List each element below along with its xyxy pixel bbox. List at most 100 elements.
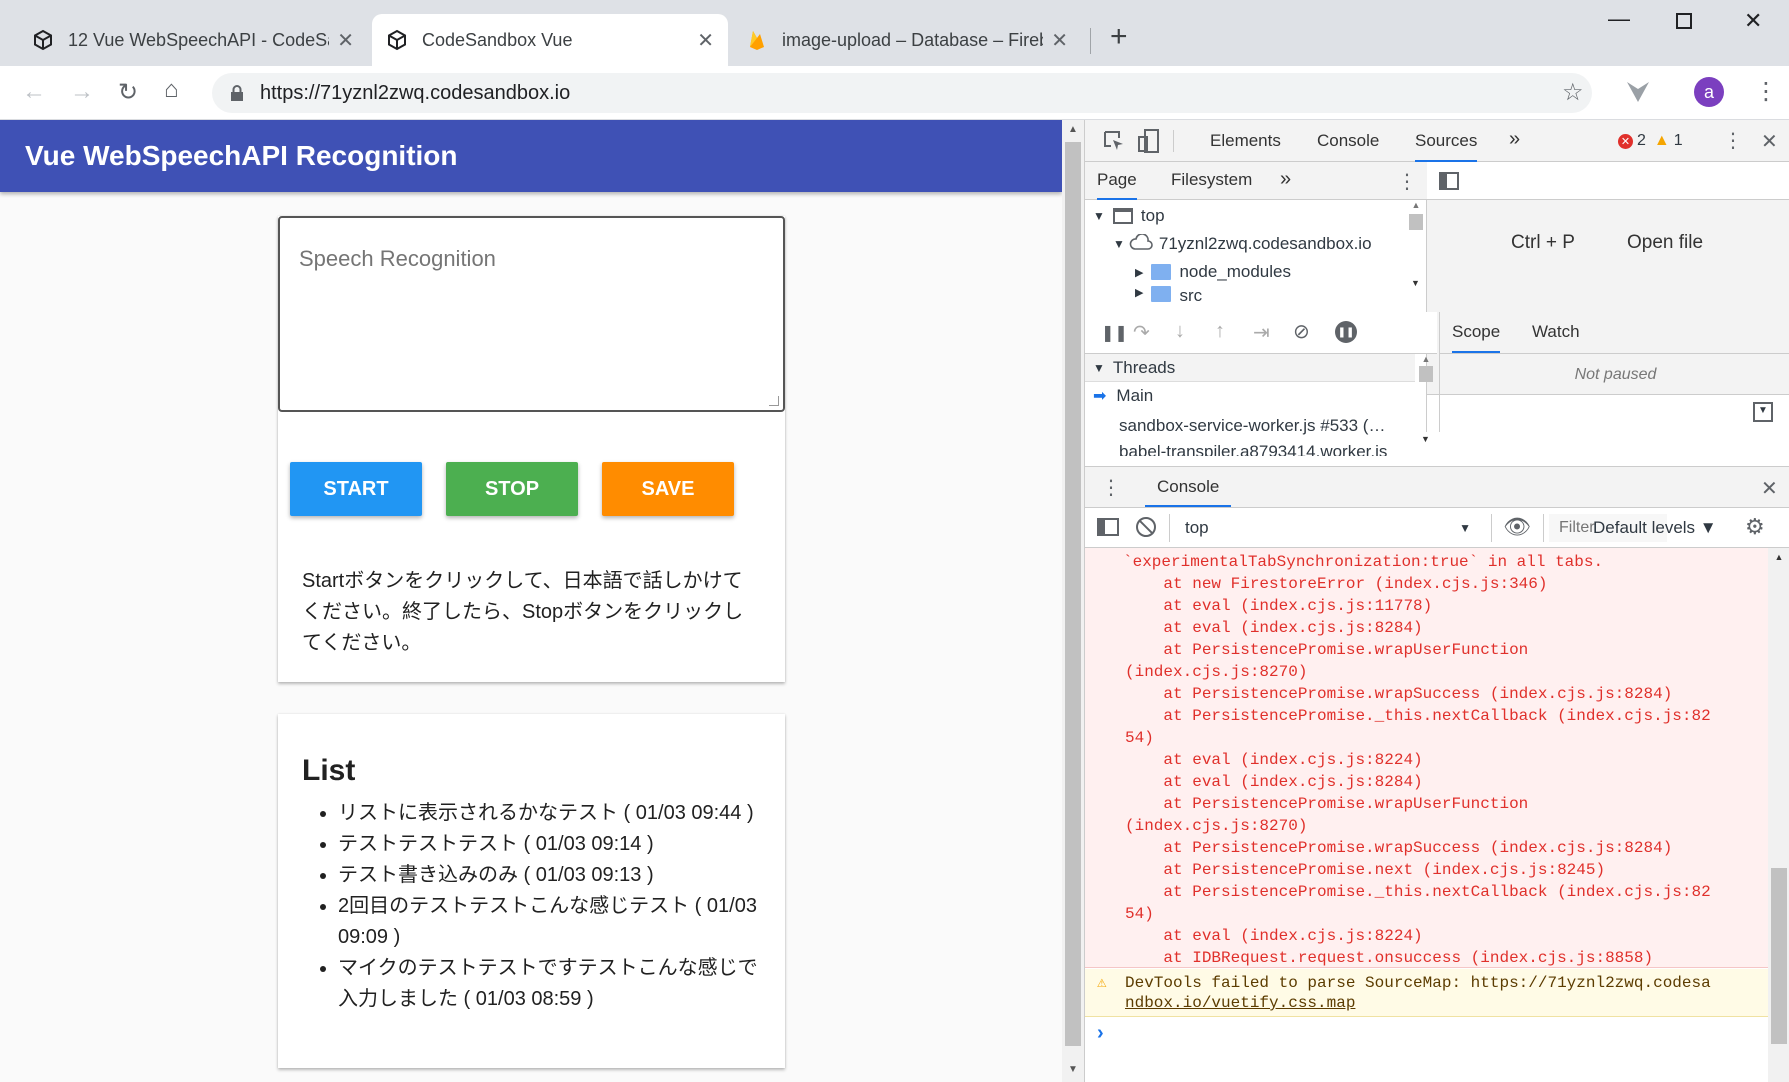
device-toolbar-icon[interactable] [1138, 129, 1160, 158]
minimize-icon[interactable]: — [1608, 6, 1630, 32]
speech-textarea[interactable]: Speech Recognition [278, 216, 785, 412]
toggle-navigator-icon[interactable] [1439, 172, 1459, 190]
tree-scroll-thumb[interactable] [1409, 214, 1423, 230]
frame-icon [1112, 208, 1133, 224]
tab-console[interactable]: Console [1317, 131, 1379, 151]
resize-grip[interactable] [769, 396, 779, 406]
log-levels-dropdown[interactable]: Default levels ▼ [1593, 518, 1717, 538]
error-line: at PersistencePromise.wrapSuccess (index… [1125, 839, 1673, 857]
threads-scroll-thumb[interactable] [1419, 366, 1433, 382]
textarea-placeholder: Speech Recognition [299, 246, 496, 271]
step-icon[interactable]: ⇥ [1253, 320, 1270, 345]
tab-watch[interactable]: Watch [1532, 322, 1580, 342]
sidebar-toggle-icon[interactable] [1097, 518, 1119, 536]
scroll-down-icon[interactable]: ▼ [1068, 1064, 1078, 1075]
extension-icon[interactable] [1625, 80, 1651, 109]
error-line: `experimentalTabSynchronization:true` in… [1123, 553, 1604, 571]
close-drawer-icon[interactable]: ✕ [1761, 476, 1778, 501]
drawer-menu-icon[interactable]: ⋮ [1101, 475, 1121, 500]
thread-item-service-worker[interactable]: sandbox-service-worker.js #533 (… [1119, 416, 1385, 436]
console-settings-gear-icon[interactable]: ⚙ [1745, 514, 1765, 540]
console-prompt-icon[interactable]: › [1097, 1022, 1104, 1045]
tab-close-icon[interactable]: ✕ [697, 28, 714, 53]
recognition-list: リストに表示されるかなテスト ( 01/03 09:44 ) テストテストテスト… [338, 798, 768, 1015]
deactivate-breakpoints-icon[interactable]: ⊘ [1293, 319, 1310, 344]
live-expression-eye-icon[interactable]: 👁 [1503, 514, 1531, 540]
thread-item-main[interactable]: ➡ Main [1093, 386, 1153, 406]
drawer-tab-console[interactable]: Console [1145, 477, 1232, 507]
tab-close-icon[interactable]: ✕ [1051, 28, 1068, 53]
error-message: `experimentalTabSynchronization:true` in… [1085, 548, 1768, 968]
issue-counter[interactable]: ✕ 2 ▲ 1 [1618, 132, 1683, 150]
tree-label: src [1179, 286, 1203, 304]
avatar[interactable]: a [1694, 77, 1724, 107]
tree-node-domain[interactable]: ▼ 71yznl2zwq.codesandbox.io [1113, 230, 1372, 258]
clear-console-icon[interactable] [1136, 517, 1156, 537]
warning-icon: ⚠ [1097, 974, 1107, 992]
tree-node-top[interactable]: ▼ top [1093, 202, 1165, 230]
tab-title: CodeSandbox Vue [422, 29, 573, 50]
pause-on-exceptions-icon[interactable]: ❚❚ [1335, 321, 1357, 343]
step-over-icon[interactable]: ↷ [1133, 320, 1150, 345]
back-icon[interactable]: ← [22, 78, 46, 106]
triangle-down-icon: ▼ [1093, 360, 1105, 375]
step-into-icon[interactable]: ↓ [1175, 320, 1185, 343]
tab-close-icon[interactable]: ✕ [337, 28, 354, 53]
start-button[interactable]: START [290, 462, 422, 516]
console-toolbar: top ▼ 👁 Default levels ▼ ⚙ [1085, 508, 1789, 548]
devtools-menu-icon[interactable]: ⋮ [1723, 128, 1743, 153]
tree-scrollbar[interactable]: ▲ ▼ [1407, 200, 1425, 292]
tab-codesandbox-vue[interactable]: CodeSandbox Vue ✕ [372, 14, 728, 66]
console-scrollbar[interactable]: ▲ [1768, 548, 1789, 1082]
tree-node-src[interactable]: ▶ src [1135, 286, 1202, 304]
threads-label: Threads [1112, 357, 1176, 377]
tree-label: 71yznl2zwq.codesandbox.io [1158, 234, 1372, 253]
tree-label: top [1140, 206, 1165, 225]
close-window-icon[interactable]: ✕ [1744, 8, 1762, 34]
threads-scrollbar[interactable]: ▲ ▼ [1417, 354, 1435, 454]
reload-icon[interactable]: ↻ [118, 78, 138, 107]
tab-filesystem[interactable]: Filesystem [1171, 170, 1252, 190]
save-button[interactable]: SAVE [602, 462, 734, 516]
list-item: 2回目のテストテストこんな感じテスト ( 01/03 09:09 ) [338, 891, 768, 953]
page-scroll-thumb[interactable] [1065, 142, 1081, 1046]
threads-header[interactable]: ▼ Threads [1085, 354, 1415, 382]
close-devtools-icon[interactable]: ✕ [1761, 129, 1778, 154]
new-tab-icon[interactable]: + [1110, 22, 1128, 52]
menu-kebab-icon[interactable]: ⋮ [1754, 77, 1778, 106]
error-icon: ✕ [1618, 133, 1633, 149]
scroll-up-icon: ▲ [1411, 200, 1421, 210]
warning-count: 1 [1673, 132, 1683, 149]
folder-icon [1151, 286, 1172, 302]
thread-item-babel[interactable]: babel-transpiler.a8793414.worker.js [1119, 442, 1409, 456]
step-out-icon[interactable]: ↑ [1215, 320, 1225, 343]
tree-node-node-modules[interactable]: ▶ node_modules [1135, 258, 1291, 286]
error-count: 2 [1637, 132, 1646, 149]
context-selector[interactable]: top ▼ [1179, 514, 1481, 542]
more-subtabs-icon[interactable]: » [1280, 168, 1291, 191]
tab-elements[interactable]: Elements [1210, 131, 1281, 151]
inspect-element-icon[interactable] [1103, 130, 1125, 157]
triangle-right-icon: ▶ [1135, 287, 1144, 299]
sourcemap-link[interactable]: ndbox.io/vuetify.css.map [1125, 993, 1355, 1013]
stop-button[interactable]: STOP [446, 462, 578, 516]
tab-scope[interactable]: Scope [1452, 322, 1501, 353]
scroll-up-icon[interactable]: ▲ [1068, 124, 1078, 135]
forward-icon[interactable]: → [70, 78, 94, 106]
tab-sources[interactable]: Sources [1415, 131, 1478, 162]
console-messages: `experimentalTabSynchronization:true` in… [1085, 548, 1768, 1082]
error-line: at IDBRequest.request.onsuccess (index.c… [1125, 949, 1654, 967]
tab-page[interactable]: Page [1097, 170, 1137, 200]
page-scrollbar[interactable]: ▲ ▼ [1062, 120, 1084, 1082]
scroll-up-icon: ▲ [1774, 552, 1784, 562]
tab-image-upload[interactable]: image-upload – Database – Firebase ✕ [732, 14, 1082, 66]
console-scroll-thumb[interactable] [1771, 868, 1787, 1044]
maximize-icon[interactable] [1676, 13, 1692, 29]
pause-icon[interactable]: ❚❚ [1101, 323, 1128, 343]
navigator-menu-icon[interactable]: ⋮ [1397, 169, 1417, 194]
tab-vue-webspeechapi[interactable]: 12 Vue WebSpeechAPI - CodeSandbox ✕ [18, 14, 368, 66]
address-bar[interactable]: https://71yznl2zwq.codesandbox.io [212, 73, 1592, 113]
more-tabs-icon[interactable]: » [1509, 128, 1520, 151]
bookmark-star-icon[interactable]: ☆ [1562, 78, 1584, 107]
home-icon[interactable]: ⌂ [164, 76, 179, 104]
